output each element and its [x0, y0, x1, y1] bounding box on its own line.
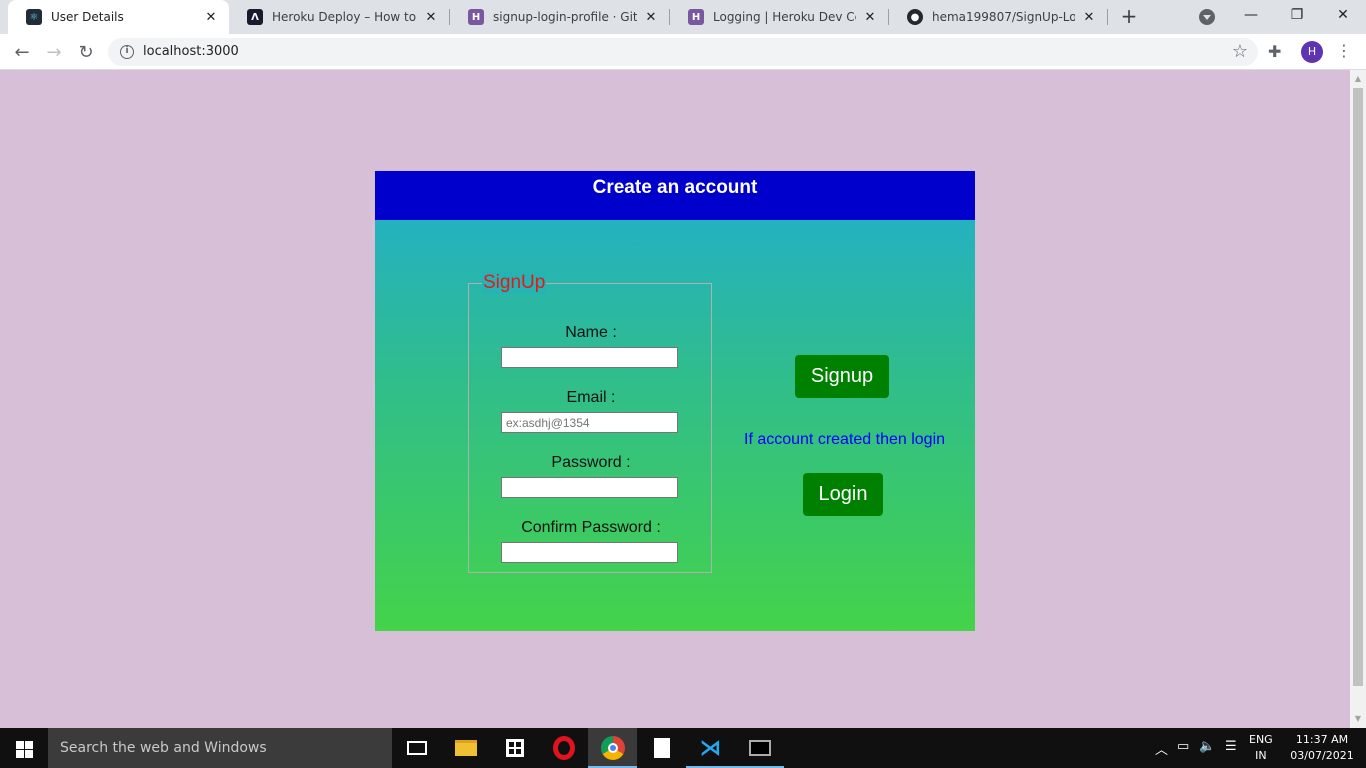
tab-user-details[interactable]: ⚛ User Details ✕: [8, 0, 229, 34]
confirm-password-label: Confirm Password :: [521, 519, 661, 536]
windows-start-icon[interactable]: [0, 728, 48, 768]
region-code: IN: [1255, 749, 1267, 762]
password-label: Password :: [551, 454, 631, 471]
close-tab-icon[interactable]: ✕: [643, 10, 659, 25]
page-title: Create an account: [375, 171, 975, 220]
heroku-icon: H: [688, 9, 704, 25]
signup-button[interactable]: Signup: [795, 355, 889, 398]
profile-avatar[interactable]: H: [1301, 41, 1323, 63]
minimize-icon[interactable]: —: [1228, 0, 1274, 30]
page-viewport: Create an account SignUp Name : Email : …: [0, 70, 1350, 728]
tab-github-repo[interactable]: ● hema199807/SignUp-Login ✕: [889, 0, 1107, 34]
tab-heroku-logging[interactable]: H Logging | Heroku Dev Center ✕: [670, 0, 888, 34]
tab-github-signup[interactable]: H signup-login-profile · GitHub ✕: [450, 0, 669, 34]
github-icon: ●: [907, 9, 923, 25]
chrome-icon[interactable]: [588, 728, 637, 768]
clock-date: 03/07/2021: [1290, 749, 1354, 762]
tab-title: hema199807/SignUp-Login: [932, 10, 1075, 24]
signup-card: Create an account SignUp Name : Email : …: [375, 171, 975, 631]
new-tab-button[interactable]: +: [1118, 6, 1140, 28]
address-bar[interactable]: i localhost:3000 ☆: [108, 38, 1258, 66]
language-indicator[interactable]: ENG IN: [1249, 732, 1273, 764]
opera-icon[interactable]: [539, 728, 588, 768]
tab-title: signup-login-profile · GitHub: [493, 10, 637, 24]
file-explorer-icon[interactable]: [441, 728, 490, 768]
tab-title: Logging | Heroku Dev Center: [713, 10, 856, 24]
name-label: Name :: [565, 324, 617, 341]
url-text[interactable]: localhost:3000: [143, 44, 239, 59]
scroll-up-icon[interactable]: ▲: [1353, 74, 1363, 84]
name-input[interactable]: [501, 347, 678, 368]
email-label: Email :: [566, 389, 616, 406]
login-hint-text: If account created then login: [744, 431, 946, 448]
taskbar-search-input[interactable]: Search the web and Windows: [48, 728, 392, 768]
clock-time: 11:37 AM: [1295, 733, 1349, 746]
heroku-deploy-icon: Λ: [247, 9, 263, 25]
volume-icon[interactable]: 🔈: [1199, 739, 1215, 754]
notifications-icon[interactable]: ☰: [1225, 739, 1237, 754]
bookmark-star-icon[interactable]: ☆: [1232, 41, 1248, 62]
confirm-password-input[interactable]: [501, 542, 678, 563]
tab-title: Heroku Deploy – How to Push: [272, 10, 417, 24]
back-icon[interactable]: ←: [8, 38, 36, 66]
task-view-icon[interactable]: [392, 728, 441, 768]
page-scrollbar[interactable]: ▲ ▼: [1350, 70, 1366, 728]
reload-icon[interactable]: ↻: [72, 38, 100, 66]
terminal-icon[interactable]: [735, 728, 784, 768]
heroku-icon: H: [468, 9, 484, 25]
extensions-puzzle-icon[interactable]: ✚: [1268, 42, 1281, 61]
scroll-down-icon[interactable]: ▼: [1353, 714, 1363, 724]
store-icon[interactable]: [490, 728, 539, 768]
kebab-menu-icon[interactable]: ⋮: [1336, 41, 1352, 60]
tab-divider: [1107, 9, 1108, 25]
signup-legend: SignUp: [482, 272, 547, 294]
close-tab-icon[interactable]: ✕: [1081, 10, 1097, 25]
login-button[interactable]: Login: [803, 473, 883, 516]
language-code: ENG: [1249, 733, 1273, 746]
system-clock[interactable]: 11:37 AM 03/07/2021: [1288, 732, 1356, 764]
close-tab-icon[interactable]: ✕: [423, 10, 439, 25]
email-input[interactable]: [501, 412, 678, 433]
close-window-icon[interactable]: ✕: [1320, 0, 1366, 30]
password-input[interactable]: [501, 477, 678, 498]
close-tab-icon[interactable]: ✕: [203, 10, 219, 25]
close-tab-icon[interactable]: ✕: [862, 10, 878, 25]
battery-icon[interactable]: ▭: [1177, 739, 1189, 754]
tab-search-icon[interactable]: [1199, 9, 1215, 25]
browser-toolbar: ← → ↻ i localhost:3000 ☆ ✚ H ⋮: [0, 34, 1366, 70]
info-icon[interactable]: i: [120, 45, 134, 59]
tray-chevron-icon[interactable]: ︿: [1155, 739, 1168, 758]
signup-fieldset: SignUp Name : Email : Password : Confirm…: [468, 272, 712, 573]
notepad-icon[interactable]: [637, 728, 686, 768]
react-icon: ⚛: [26, 9, 42, 25]
windows-taskbar: Search the web and Windows ⋊ ︿ ▭ 🔈 ☰ ENG…: [0, 728, 1366, 768]
scroll-thumb[interactable]: [1353, 88, 1363, 686]
vscode-icon[interactable]: ⋊: [686, 728, 735, 768]
browser-tab-strip: ⚛ User Details ✕ Λ Heroku Deploy – How t…: [0, 0, 1366, 34]
tab-title: User Details: [51, 10, 124, 24]
forward-icon[interactable]: →: [40, 38, 68, 66]
restore-icon[interactable]: ❐: [1274, 0, 1320, 30]
tab-heroku-deploy[interactable]: Λ Heroku Deploy – How to Push ✕: [229, 0, 449, 34]
